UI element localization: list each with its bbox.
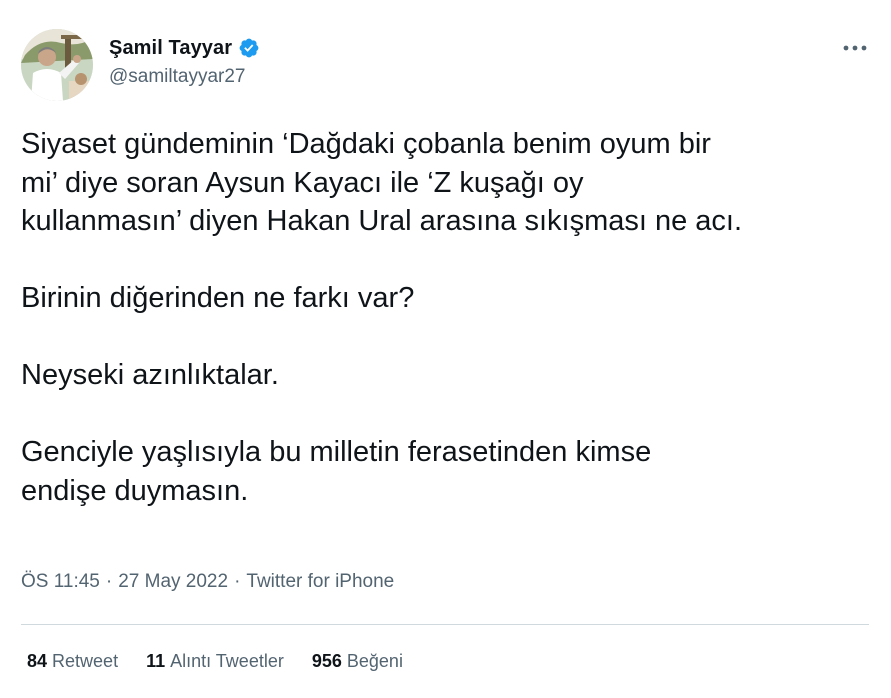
meta-separator: · bbox=[105, 571, 113, 592]
meta-separator: · bbox=[234, 571, 241, 592]
author-handle[interactable]: @samiltayyar27 bbox=[109, 66, 260, 88]
tweet-paragraph: Neyseki azınlıktalar. bbox=[21, 359, 279, 391]
tweet-paragraph: Siyaset gündeminin ‘Dağdaki çobanla beni… bbox=[21, 128, 743, 237]
engagement-stats: 84 Retweet 11 Alıntı Tweetler 956 Beğeni bbox=[27, 651, 431, 672]
tweet-time[interactable]: ÖS 11:45 bbox=[21, 571, 100, 593]
tweet-source-link[interactable]: Twitter for iPhone bbox=[246, 571, 394, 593]
tweet-paragraph: Genciyle yaşlısıyla bu milletin feraseti… bbox=[21, 436, 652, 507]
tweet-text: Siyaset gündeminin ‘Dağdaki çobanla beni… bbox=[21, 125, 871, 549]
retweet-count: 84 bbox=[27, 651, 48, 671]
like-label: Beğeni bbox=[346, 651, 403, 671]
avatar-photo bbox=[21, 29, 93, 101]
tweet-paragraph: Birinin diğerinden ne farkı var? bbox=[21, 282, 415, 314]
author-display-name[interactable]: Şamil Tayyar bbox=[109, 37, 232, 60]
quote-count: 11 bbox=[146, 651, 166, 671]
likes-link[interactable]: 956 Beğeni bbox=[312, 651, 403, 672]
author-name-row: Şamil Tayyar bbox=[109, 34, 260, 62]
stats-divider bbox=[21, 624, 869, 625]
tweet-card: Şamil Tayyar @samiltayyar27 Siyaset günd… bbox=[0, 0, 891, 698]
like-count: 956 bbox=[311, 651, 342, 671]
more-options-button[interactable] bbox=[838, 36, 872, 60]
quote-tweets-link[interactable]: 11 Alıntı Tweetler bbox=[146, 651, 284, 672]
tweet-date[interactable]: 27 May 2022 bbox=[118, 571, 228, 593]
avatar[interactable] bbox=[21, 29, 93, 101]
retweet-count-link[interactable]: 84 Retweet bbox=[27, 651, 118, 672]
retweet-label: Retweet bbox=[52, 651, 119, 671]
quote-label: Alıntı Tweetler bbox=[170, 651, 284, 671]
verified-badge-icon bbox=[238, 37, 260, 59]
author-block: Şamil Tayyar @samiltayyar27 bbox=[109, 34, 260, 88]
tweet-metadata: ÖS 11:45 · 27 May 2022 · Twitter for iPh… bbox=[21, 571, 394, 593]
more-options-icon bbox=[843, 45, 867, 51]
